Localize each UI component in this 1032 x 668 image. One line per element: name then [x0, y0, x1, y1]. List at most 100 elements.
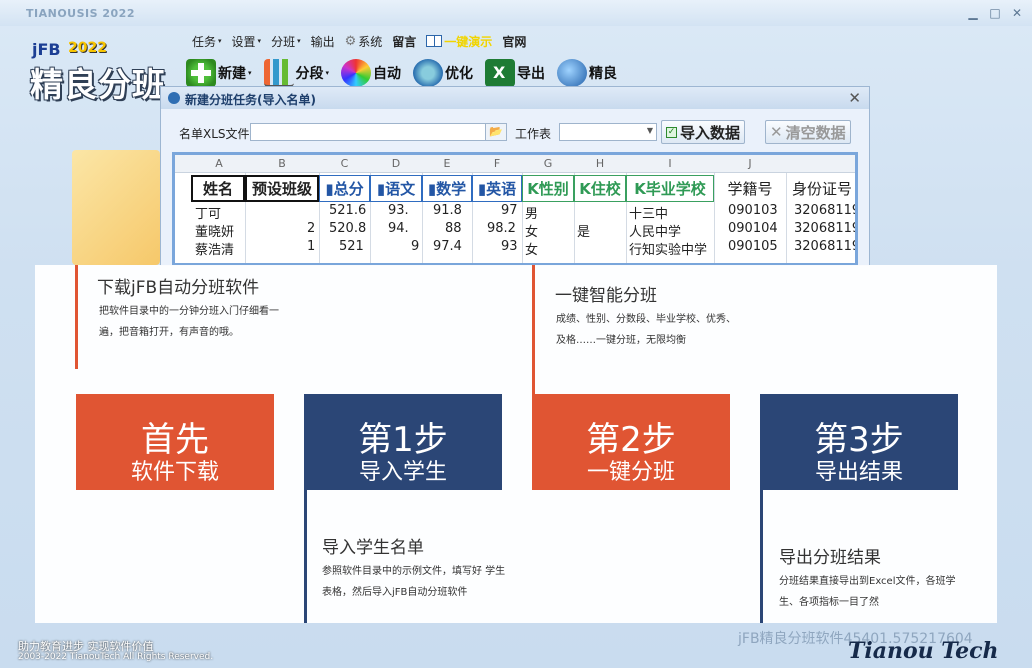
menu-system[interactable]: ⚙ 系统	[345, 33, 383, 50]
gear-icon: ⚙	[344, 33, 357, 49]
header-math: ▮数学	[422, 175, 472, 202]
step-3-small: 导出结果	[814, 460, 903, 485]
step-download-card[interactable]: 首先 软件下载	[76, 394, 274, 490]
import-data-button[interactable]: ✓ 导入数据	[661, 120, 746, 144]
optimize-button[interactable]: 优化	[413, 59, 473, 87]
auto-label: 自动	[373, 66, 402, 82]
clear-data-label: 清空数据	[785, 123, 846, 142]
col-header: H	[595, 157, 605, 170]
cell-school: 行知实验中学	[629, 243, 708, 258]
menu-website[interactable]: 官网	[502, 33, 526, 50]
title-bar: TIANOUSIS 2022 ▁ □ ✕	[0, 0, 1032, 26]
cell-student-id: 090103	[728, 203, 778, 218]
auto-button[interactable]: 自动	[341, 59, 401, 87]
sheet-label: 工作表	[515, 127, 552, 141]
cell-class: 1	[307, 239, 316, 254]
step-1-small: 导入学生	[358, 460, 447, 485]
import-title: 导入学生名单	[322, 538, 424, 558]
export-title: 导出分班结果	[779, 548, 881, 568]
add-icon	[186, 59, 216, 87]
menu-class[interactable]: 分班 ▾	[271, 33, 301, 50]
cell-name: 董晓妍	[195, 225, 235, 240]
cell-gender: 男	[525, 207, 539, 222]
close-window-button[interactable]: ✕	[1010, 6, 1024, 20]
chevron-down-icon: ▼	[646, 126, 653, 135]
menu-message-label: 留言	[392, 34, 417, 49]
menu-website-label: 官网	[502, 34, 527, 49]
menu-class-label: 分班	[271, 34, 296, 49]
header-gender: K性别	[522, 175, 574, 202]
cell-student-id: 090105	[728, 239, 778, 254]
step-3-card[interactable]: 第3步 导出结果	[760, 394, 958, 490]
book-icon	[426, 35, 443, 47]
accent-bar	[532, 265, 535, 395]
menu-demo[interactable]: 一键演示	[426, 33, 492, 50]
import-text-2: 表格，然后导入jFB自动分班软件	[322, 587, 468, 598]
dialog-globe-icon	[168, 92, 180, 104]
dialog-close-icon[interactable]: ✕	[848, 89, 861, 107]
export-label: 导出	[517, 66, 546, 82]
export-text-1: 分班结果直接导出到Excel文件，各班学	[779, 576, 956, 587]
header-total: ▮总分	[319, 175, 370, 202]
folder-icon[interactable]: 📂	[485, 123, 507, 141]
jingliang-button[interactable]: 精良	[557, 59, 617, 87]
chevron-down-icon: ▾	[257, 37, 262, 45]
cell-gender: 女	[525, 243, 539, 258]
col-header: D	[391, 157, 401, 170]
menu-output[interactable]: 输出	[311, 33, 335, 50]
file-label: 名单XLS文件	[179, 127, 250, 141]
header-preset-class: 预设班级	[245, 175, 319, 202]
clear-data-button[interactable]: ✕ 清空数据	[765, 120, 851, 144]
cell-english: 93	[501, 239, 518, 254]
export-button[interactable]: 导出	[485, 59, 545, 87]
step-1-card[interactable]: 第1步 导入学生	[304, 394, 502, 490]
spreadsheet-grid[interactable]: A B C D E F G H I J 姓名 预设班级 ▮总分 ▮语文 ▮数学 …	[172, 152, 858, 266]
download-title: 下载jFB自动分班软件	[97, 278, 260, 298]
cell-math: 97.4	[433, 239, 462, 254]
file-path-input[interactable]	[250, 123, 486, 141]
smart-class-title: 一键智能分班	[555, 286, 657, 306]
export-text-2: 生、各项指标一目了然	[779, 597, 879, 608]
jingliang-label: 精良	[589, 66, 618, 82]
maximize-button[interactable]: □	[988, 6, 1002, 20]
new-task-button[interactable]: 新建 ▾	[186, 59, 252, 87]
accent-bar	[304, 490, 307, 623]
download-text-2: 遍，把音箱打开，有声音的哦。	[99, 327, 239, 338]
header-chinese: ▮语文	[370, 175, 422, 202]
step-2-small: 一键分班	[586, 460, 675, 485]
menu-settings[interactable]: 设置 ▾	[232, 33, 262, 50]
window-title: TIANOUSIS 2022	[26, 7, 135, 20]
header-school: K毕业学校	[626, 175, 714, 202]
bar-chart-icon	[263, 59, 294, 87]
step-2-card[interactable]: 第2步 一键分班	[532, 394, 730, 490]
header-boarding: K住校	[574, 175, 626, 202]
header-student-id: 学籍号	[727, 180, 773, 198]
dialog-title: 新建分班任务(导入名单)	[185, 93, 316, 107]
col-header: B	[278, 157, 286, 170]
column-header-row: A B C D E F G H I J	[175, 155, 855, 173]
menu-task[interactable]: 任务 ▾	[192, 33, 222, 50]
optimize-icon	[413, 59, 444, 87]
import-text-1: 参照软件目录中的示例文件，填写好 学生	[322, 566, 506, 577]
cell-school: 人民中学	[629, 225, 682, 240]
accent-bar	[75, 265, 78, 369]
new-task-label: 新建	[218, 66, 246, 82]
header-id-card: 身份证号	[791, 180, 852, 198]
cell-id-card: 32068119	[794, 221, 858, 236]
col-header: G	[543, 157, 553, 170]
optimize-label: 优化	[445, 66, 474, 82]
accent-bar	[760, 490, 763, 623]
cell-class: 2	[307, 221, 316, 236]
sheet-select[interactable]: ▼	[559, 123, 657, 141]
logo-year-text: 2022	[68, 40, 107, 56]
cell-gender: 女	[525, 225, 539, 240]
segment-button[interactable]: 分段 ▾	[263, 59, 329, 87]
chevron-down-icon: ▾	[218, 37, 222, 45]
cell-student-id: 090104	[728, 221, 778, 236]
chevron-down-icon: ▾	[297, 37, 301, 45]
cell-id-card: 32068119	[794, 239, 858, 254]
minimize-button[interactable]: ▁	[966, 6, 980, 20]
cell-chinese: 94.	[388, 221, 409, 236]
menu-demo-label: 一键演示	[444, 34, 493, 49]
menu-message[interactable]: 留言	[392, 33, 416, 50]
